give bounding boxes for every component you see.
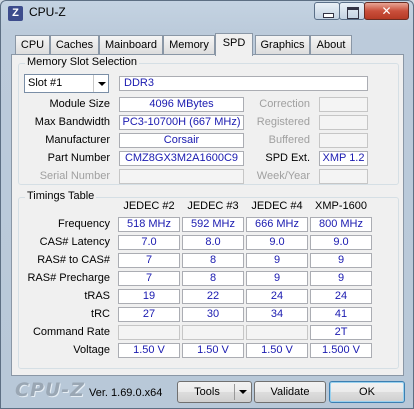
minimize-button[interactable] — [314, 2, 340, 20]
timing-cell: 24 — [246, 289, 308, 304]
slot-select[interactable]: Slot #1 — [24, 74, 109, 93]
timings-legend: Timings Table — [25, 190, 97, 202]
timing-cell — [182, 325, 244, 340]
memory-slot-legend: Memory Slot Selection — [25, 56, 140, 68]
timing-cell: 1.500 V — [310, 343, 372, 358]
tab-cpu[interactable]: CPU — [15, 35, 50, 55]
timing-label-trc: tRC — [91, 308, 110, 320]
title-bar[interactable]: Z CPU-Z — [1, 1, 413, 25]
maximize-button[interactable] — [339, 2, 365, 20]
col-head-jedec4: JEDEC #4 — [251, 200, 303, 212]
correction-label: Correction — [259, 98, 310, 110]
col-head-jedec3: JEDEC #3 — [187, 200, 239, 212]
timing-cell: 8.0 — [182, 235, 244, 250]
timing-cell: 1.50 V — [182, 343, 244, 358]
timing-cell: 30 — [182, 307, 244, 322]
timing-cell: 1.50 V — [246, 343, 308, 358]
slot-select-value: Slot #1 — [28, 77, 63, 89]
timing-cell: 9.0 — [246, 235, 308, 250]
timing-cell: 41 — [310, 307, 372, 322]
timing-label-tras: tRAS — [84, 290, 110, 302]
timing-cell: 9.0 — [310, 235, 372, 250]
validate-button[interactable]: Validate — [254, 381, 326, 403]
week-year-field — [319, 169, 368, 184]
tab-graphics[interactable]: Graphics — [255, 35, 310, 55]
dropdown-arrow-icon[interactable] — [239, 390, 247, 394]
timing-cell: 22 — [182, 289, 244, 304]
tab-spd[interactable]: SPD — [215, 33, 253, 56]
timing-cell: 666 MHz — [246, 217, 308, 232]
max-bandwidth-label: Max Bandwidth — [34, 116, 110, 128]
timing-label-ras-to-cas: RAS# to CAS# — [37, 254, 110, 266]
part-number-field: CMZ8GX3M2A1600C9 — [119, 151, 244, 166]
timing-label-ras-precharge: RAS# Precharge — [27, 272, 110, 284]
timing-label-voltage: Voltage — [73, 344, 110, 356]
spd-ext-label: SPD Ext. — [265, 152, 310, 164]
part-number-label: Part Number — [47, 152, 110, 164]
col-head-jedec2: JEDEC #2 — [123, 200, 175, 212]
timing-cell: 592 MHz — [182, 217, 244, 232]
col-head-xmp1600: XMP-1600 — [315, 200, 367, 212]
timing-cell: 24 — [310, 289, 372, 304]
timing-cell — [118, 325, 180, 340]
timing-cell: 1.50 V — [118, 343, 180, 358]
timing-cell — [246, 325, 308, 340]
cpuz-app-icon: Z — [8, 6, 23, 21]
timing-cell: 27 — [118, 307, 180, 322]
ok-button[interactable]: OK — [329, 381, 405, 403]
timing-cell: 34 — [246, 307, 308, 322]
cpuz-logo: CPU-Z — [15, 379, 85, 401]
timing-cell: 8 — [182, 271, 244, 286]
tab-memory[interactable]: Memory — [163, 35, 215, 55]
cpuz-window: Z CPU-Z CPU Caches Mainboard Memory SPD … — [0, 0, 414, 409]
module-size-field: 4096 MBytes — [119, 97, 244, 112]
chevron-down-icon[interactable] — [93, 75, 108, 92]
version-label: Ver. 1.69.0.x64 — [89, 387, 163, 399]
tab-about[interactable]: About — [310, 35, 352, 55]
timing-cell: 19 — [118, 289, 180, 304]
timing-cell: 9 — [246, 253, 308, 268]
close-button[interactable] — [364, 2, 409, 20]
timing-cell: 800 MHz — [310, 217, 372, 232]
memory-type-field: DDR3 — [119, 76, 368, 91]
timing-cell: 518 MHz — [118, 217, 180, 232]
timing-label-command-rate: Command Rate — [32, 326, 110, 338]
window-title: CPU-Z — [29, 5, 66, 19]
tab-caches[interactable]: Caches — [50, 35, 99, 55]
timing-cell: 9 — [310, 253, 372, 268]
timing-cell: 7 — [118, 253, 180, 268]
buffered-field — [319, 133, 368, 148]
module-size-label: Module Size — [49, 98, 110, 110]
tab-mainboard[interactable]: Mainboard — [99, 35, 163, 55]
registered-label: Registered — [256, 116, 310, 128]
max-bandwidth-field: PC3-10700H (667 MHz) — [119, 115, 244, 130]
registered-field — [319, 115, 368, 130]
timing-cell: 9 — [246, 271, 308, 286]
timing-cell: 2T — [310, 325, 372, 340]
manufacturer-label: Manufacturer — [45, 134, 110, 146]
timing-cell: 7.0 — [118, 235, 180, 250]
timing-cell: 9 — [310, 271, 372, 286]
week-year-label: Week/Year — [256, 170, 310, 182]
timing-label-cas-latency: CAS# Latency — [39, 236, 110, 248]
correction-field — [319, 97, 368, 112]
serial-number-label: Serial Number — [39, 170, 110, 182]
spd-ext-field: XMP 1.2 — [319, 151, 368, 166]
spd-panel: Memory Slot Selection Slot #1 DDR3 Modul… — [11, 54, 404, 376]
timing-cell: 8 — [182, 253, 244, 268]
tools-button[interactable]: Tools — [177, 381, 252, 403]
timing-label-frequency: Frequency — [58, 218, 110, 230]
tools-button-label: Tools — [194, 386, 220, 398]
tools-separator — [234, 384, 235, 400]
manufacturer-field: Corsair — [119, 133, 244, 148]
buffered-label: Buffered — [268, 134, 310, 146]
timing-cell: 7 — [118, 271, 180, 286]
serial-number-field — [119, 169, 244, 184]
